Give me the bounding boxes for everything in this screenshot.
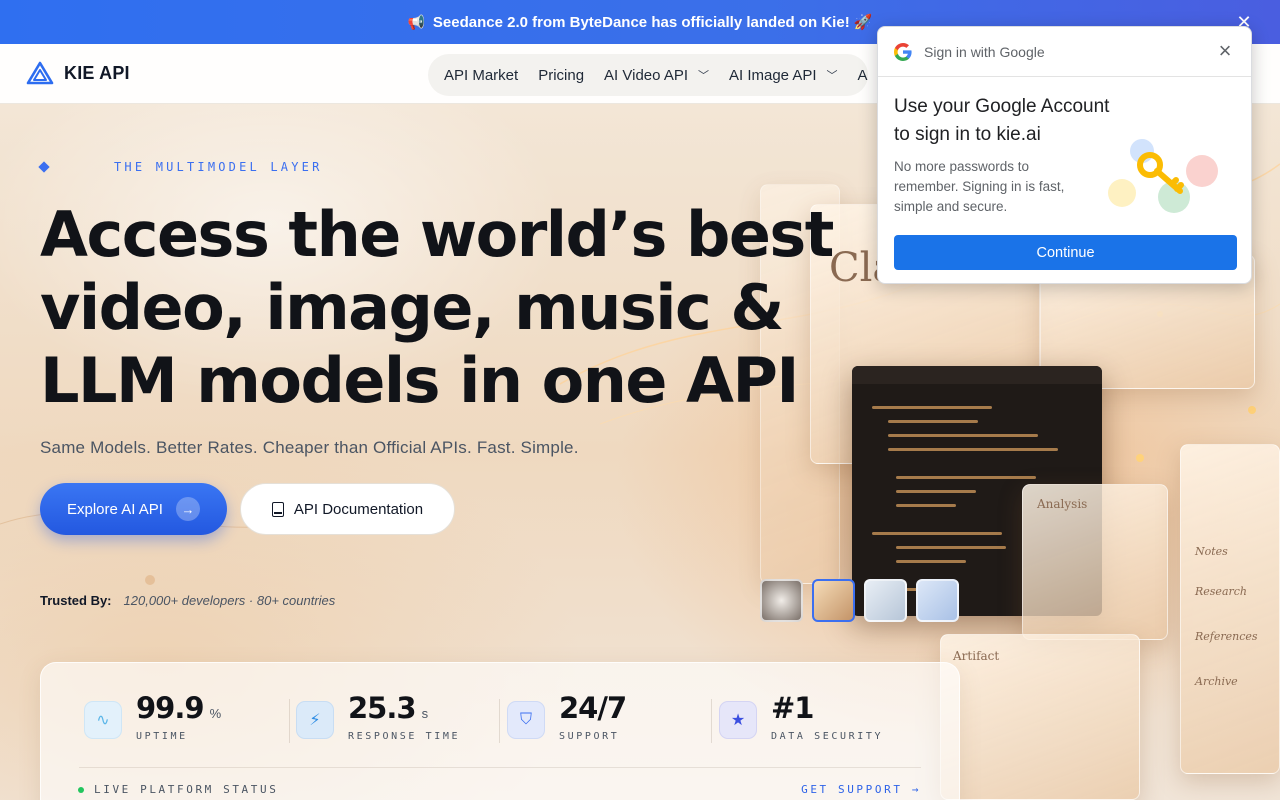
stat-value: 25.3	[348, 691, 417, 725]
nav-link-label: AI Video API	[604, 66, 688, 84]
chevron-down-icon: ﹀	[826, 70, 838, 82]
stat-label: RESPONSE TIME	[348, 731, 461, 742]
hero-subline: Same Models. Better Rates. Cheaper than …	[40, 438, 579, 457]
hero-headline: Access the world’s best video, image, mu…	[40, 198, 834, 417]
continue-button[interactable]: Continue	[894, 235, 1237, 270]
deco-card-tabs: Notes Research References Archive	[1180, 444, 1280, 774]
code-editor-titlebar	[852, 366, 1102, 384]
stat-uptime: ∿ 99.9% UPTIME	[84, 691, 221, 742]
stats-panel: ∿ 99.9% UPTIME ⚡ 25.3 s RESPONSE TIME ⛉ 2…	[40, 662, 960, 800]
code-line	[896, 546, 1006, 549]
code-line	[888, 448, 1058, 451]
nav-link-pricing[interactable]: Pricing	[538, 67, 584, 84]
nav-link-ai-image-api[interactable]: AI Image API ﹀	[729, 67, 838, 84]
deco-tab-label: Archive	[1195, 675, 1238, 688]
eyebrow: THE MULTIMODEL LAYER	[38, 160, 323, 174]
headline-line: LLM models in one API	[40, 344, 800, 417]
google-signin-popup: Sign in with Google × Use your Google Ac…	[877, 26, 1252, 284]
stat-label: SUPPORT	[559, 731, 620, 742]
deco-tab-label: Notes	[1195, 545, 1228, 558]
arrow-right-icon: →	[176, 497, 200, 521]
stat-value: 99.9	[136, 691, 205, 725]
stat-value: 24/7	[559, 691, 627, 725]
code-line	[896, 476, 1036, 479]
nav-link-truncated[interactable]: A	[858, 67, 868, 84]
deco-tab-label: Research	[1195, 585, 1248, 598]
nav-link-label: Pricing	[538, 66, 585, 84]
chevron-down-icon: ﹀	[698, 70, 709, 82]
deco-card-title: Analysis	[1037, 497, 1088, 511]
popup-header: Sign in with Google	[878, 27, 1251, 77]
popup-title: Use your Google Account to sign in to ki…	[894, 96, 1110, 145]
lightning-icon: ⚡	[296, 701, 334, 739]
live-platform-status: LIVE PLATFORM STATUS	[78, 783, 278, 796]
api-documentation-button[interactable]: API Documentation	[240, 483, 455, 535]
preview-thumbnails	[760, 579, 959, 622]
pulse-icon: ∿	[84, 701, 122, 739]
megaphone-icon: 📢	[407, 13, 425, 30]
nav-link-label: AI Image API	[729, 66, 817, 84]
code-line	[896, 560, 966, 563]
stat-unit: s	[421, 706, 429, 721]
thumbnail[interactable]	[916, 579, 959, 622]
shield-check-icon: ⛉	[507, 701, 545, 739]
book-icon	[271, 501, 284, 517]
live-status-label: LIVE PLATFORM STATUS	[94, 783, 279, 796]
eyebrow-text: THE MULTIMODEL LAYER	[114, 160, 323, 174]
code-line	[872, 532, 1002, 535]
get-support-link[interactable]: GET SUPPORT →	[801, 783, 921, 796]
thumbnail[interactable]	[760, 579, 803, 622]
code-line	[872, 406, 992, 409]
deco-card-title: Artifact	[953, 649, 1000, 663]
deco-tab-label: References	[1195, 630, 1258, 643]
code-line	[888, 420, 978, 423]
divider	[79, 767, 921, 768]
brand-logo[interactable]: KIE API	[26, 61, 130, 85]
announcement-text[interactable]: Seedance 2.0 from ByteDance has official…	[433, 13, 873, 31]
kie-logo-icon	[26, 61, 54, 85]
key-illustration-icon	[1108, 139, 1218, 213]
star-icon: ★	[719, 701, 757, 739]
explore-ai-api-button[interactable]: Explore AI API →	[40, 483, 227, 535]
deco-card-artifact: Artifact	[940, 634, 1140, 800]
headline-line: Access the world’s best	[40, 198, 834, 271]
divider	[711, 699, 712, 743]
trusted-label: Trusted By:	[40, 593, 112, 608]
google-g-icon	[894, 42, 912, 61]
nav-link-api-market[interactable]: API Market	[444, 67, 518, 84]
stat-response-time: ⚡ 25.3 s RESPONSE TIME	[296, 691, 460, 742]
popup-header-title: Sign in with Google	[924, 43, 1045, 60]
button-label: API Documentation	[293, 500, 424, 518]
stat-unit: %	[209, 706, 222, 721]
diamond-icon	[38, 161, 50, 173]
divider	[499, 699, 500, 743]
deco-card-analysis: Analysis	[1022, 484, 1168, 640]
stat-support: ⛉ 24/7 SUPPORT	[507, 691, 627, 742]
code-line	[888, 434, 1038, 437]
nav-link-ai-video-api[interactable]: AI Video API ﹀	[604, 67, 709, 84]
nav-menu: API Market Pricing AI Video API ﹀ AI Imag…	[428, 54, 868, 96]
popup-description: No more passwords to remember. Signing i…	[894, 159, 1065, 214]
brand-name: KIE API	[64, 62, 130, 83]
status-dot-icon	[78, 786, 84, 793]
code-line	[896, 490, 976, 493]
close-icon[interactable]: ×	[1213, 40, 1237, 64]
trusted-value: 120,000+ developers · 80+ countries	[123, 593, 336, 608]
stat-label: UPTIME	[136, 731, 188, 742]
nav-link-label: API Market	[444, 66, 519, 84]
thumbnail[interactable]	[864, 579, 907, 622]
thumbnail-active[interactable]	[812, 579, 855, 622]
stat-label: DATA SECURITY	[771, 731, 884, 742]
stat-value: #1	[771, 691, 814, 725]
divider	[289, 699, 290, 743]
stat-data-security: ★ #1 DATA SECURITY	[719, 691, 883, 742]
trusted-by: Trusted By: 120,000+ developers · 80+ co…	[40, 593, 335, 608]
code-line	[896, 504, 956, 507]
nav-link-label: A	[857, 66, 868, 84]
headline-line: video, image, music &	[40, 271, 784, 344]
button-label: Explore AI API	[67, 500, 163, 518]
